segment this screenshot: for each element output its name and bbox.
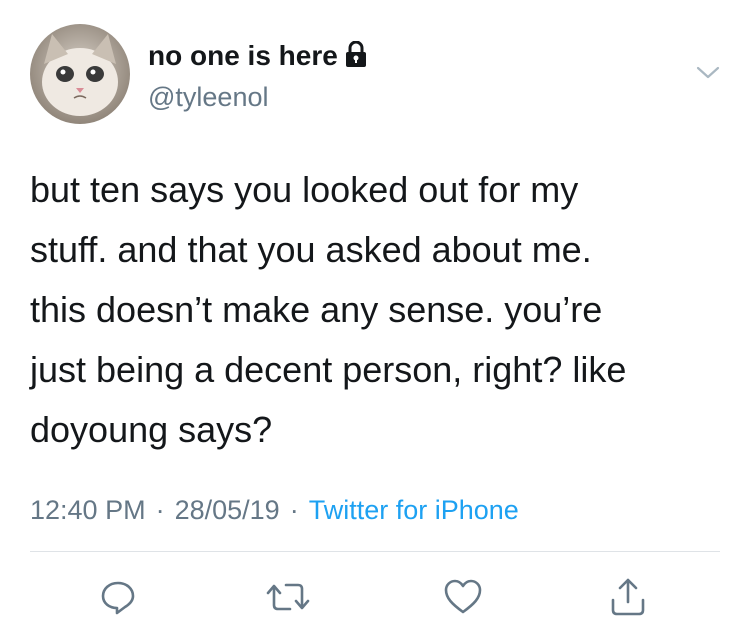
reply-icon (101, 581, 135, 615)
tweet-date[interactable]: 28/05/19 (175, 495, 280, 525)
reply-button[interactable] (94, 573, 142, 621)
divider (30, 551, 720, 552)
tweet-time[interactable]: 12:40 PM (30, 495, 146, 525)
meta-separator: · (289, 495, 299, 525)
cat-avatar-image (30, 24, 130, 124)
retweet-icon (266, 583, 310, 611)
tweet-text: but ten says you looked out for my stuff… (30, 160, 720, 460)
tweet-line: doyoung says? (30, 409, 273, 450)
heart-icon (444, 579, 482, 614)
tweet-line: just being a decent person, right? like (30, 349, 627, 390)
share-button[interactable] (604, 573, 652, 621)
tweet-line: but ten says you looked out for my (30, 169, 579, 210)
chevron-down-icon[interactable] (693, 58, 723, 88)
retweet-button[interactable] (264, 573, 312, 621)
tweet-meta: 12:40 PM · 28/05/19 · Twitter for iPhone (30, 495, 519, 526)
avatar[interactable] (30, 24, 130, 124)
tweet-line: this doesn’t make any sense. you’re (30, 289, 603, 330)
tweet-line: stuff. and that you asked about me. (30, 229, 592, 270)
lock-icon (344, 40, 368, 74)
tweet-source[interactable]: Twitter for iPhone (309, 495, 519, 525)
display-name[interactable]: no one is here (148, 40, 368, 74)
like-button[interactable] (439, 573, 487, 621)
user-handle[interactable]: @tyleenol (148, 82, 268, 113)
share-icon (611, 578, 645, 616)
meta-separator: · (155, 495, 165, 525)
display-name-text: no one is here (148, 40, 338, 71)
